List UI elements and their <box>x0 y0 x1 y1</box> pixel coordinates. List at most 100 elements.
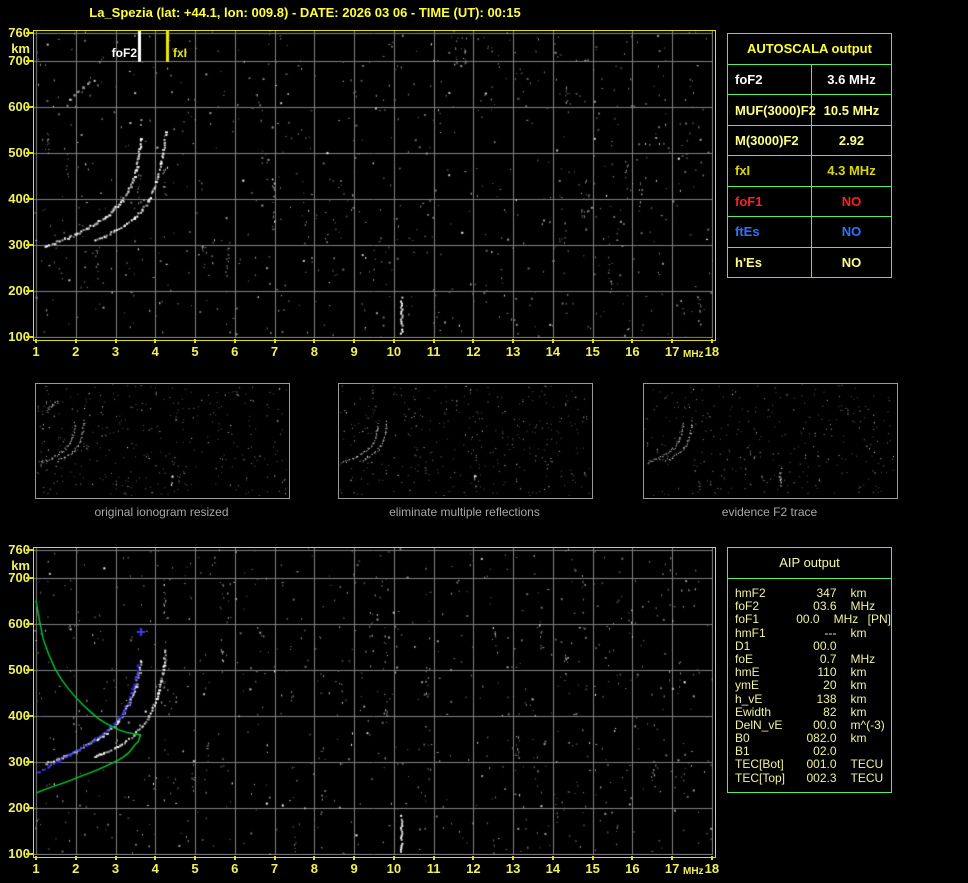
x-axis-tick <box>671 856 674 860</box>
parameter-value: 20 <box>823 678 837 693</box>
parameter-value: 10.5 MHz <box>823 102 880 118</box>
parameter-value: 4.3 MHz <box>827 163 876 179</box>
y-axis-tick <box>26 32 33 34</box>
x-axis-tick <box>233 339 236 343</box>
y-axis-tick <box>26 549 33 551</box>
x-tick-label: 5 <box>191 344 199 359</box>
parameter-name: D1 <box>735 638 751 653</box>
y-axis-tick <box>26 105 33 108</box>
autoscala-row: ftEs NO <box>728 217 891 248</box>
y-axis-tick <box>26 59 33 62</box>
y-axis-tick <box>26 622 33 625</box>
x-tick-label: 14 <box>545 344 561 359</box>
aip-table: AIP output hmF2 347 km foF2 03.6 MHz foF… <box>727 547 892 793</box>
x-tick-label: 11 <box>426 861 441 876</box>
x-tick-label: 2 <box>72 861 80 876</box>
x-tick-label: 10 <box>386 861 402 876</box>
page-title: La_Spezia (lat: +44.1, lon: 009.8) - DAT… <box>89 5 521 20</box>
autoscala-row: h'Es NO <box>728 247 891 277</box>
x-axis-tick <box>671 339 674 343</box>
thumbnail-caption: evidence F2 trace <box>721 505 818 519</box>
x-axis-tick <box>472 339 475 343</box>
x-axis-tick <box>35 856 37 860</box>
parameter-note <box>889 719 891 732</box>
autoscala-row: foF1 NO <box>728 186 891 218</box>
x-tick-label: 8 <box>310 861 318 876</box>
thumbnail-plot <box>644 384 895 496</box>
x-tick-label: 4 <box>151 861 159 876</box>
x-axis-tick <box>591 856 594 860</box>
x-axis-tick <box>114 339 117 343</box>
y-axis-tick <box>26 197 33 200</box>
x-axis-tick <box>512 339 515 343</box>
x-axis-tick <box>591 339 594 343</box>
thumbnail-eliminate-reflections <box>338 383 593 499</box>
y-axis-tick <box>26 151 33 154</box>
parameter-note <box>889 758 891 771</box>
y-axis-tick <box>26 289 33 292</box>
x-axis-tick <box>710 856 713 860</box>
x-axis-tick <box>233 856 236 860</box>
aip-row: foF1 00.0 MHz [PN] <box>735 613 891 626</box>
parameter-name: TEC[Bot] <box>735 757 784 772</box>
x-axis-tick <box>74 856 77 860</box>
parameter-note <box>889 640 891 653</box>
x-axis-unit: MHz <box>683 349 704 360</box>
autoscala-row: fxI 4.3 MHz <box>728 156 891 187</box>
x-axis-tick <box>472 856 475 860</box>
x-axis-tick <box>432 856 435 860</box>
y-axis-tick <box>26 852 33 855</box>
x-axis-tick <box>512 856 515 860</box>
x-axis-tick <box>392 856 395 860</box>
y-axis-tick <box>26 243 33 246</box>
parameter-name: foF1 <box>735 612 760 627</box>
aip-row: Ewidth 82 km <box>735 704 891 719</box>
y-axis-tick <box>26 576 33 579</box>
parameter-name: ymE <box>735 678 759 693</box>
fxi-marker-label: fxI <box>173 46 188 60</box>
x-tick-label: 3 <box>111 861 120 876</box>
parameter-unit: MHz <box>833 612 859 627</box>
parameter-value: --- <box>824 625 837 640</box>
parameter-unit: km <box>850 678 867 693</box>
parameter-note <box>889 693 891 706</box>
parameter-value: 138 <box>816 691 837 706</box>
x-tick-label: 2 <box>72 344 80 359</box>
x-tick-label: 13 <box>505 344 521 359</box>
autoscala-table-title: AUTOSCALA output <box>728 34 891 65</box>
x-axis-tick <box>273 339 276 343</box>
x-tick-label: 12 <box>466 344 481 359</box>
parameter-value: 001.0 <box>806 757 837 772</box>
parameter-value: 00.0 <box>813 638 837 653</box>
x-tick-label: 3 <box>111 344 120 359</box>
thumbnail-original-ionogram <box>35 383 290 499</box>
parameter-note <box>889 732 891 745</box>
x-tick-label: 15 <box>585 861 600 876</box>
y-axis-tick <box>26 806 33 809</box>
x-tick-label: 6 <box>231 344 239 359</box>
x-axis-tick <box>273 856 276 860</box>
aip-table-body: hmF2 347 km foF2 03.6 MHz foF1 00.0 MHz … <box>728 579 891 785</box>
x-tick-label: 1 <box>32 861 40 876</box>
parameter-note <box>889 706 891 719</box>
y-axis-unit: km <box>11 558 30 573</box>
parameter-note <box>889 679 891 692</box>
y-axis-tick <box>26 714 33 717</box>
parameter-unit: km <box>850 704 867 719</box>
x-tick-label: 12 <box>466 861 481 876</box>
parameter-unit <box>837 640 890 653</box>
x-axis-tick <box>194 339 197 343</box>
y-axis-unit: km <box>11 41 30 56</box>
autoscala-row: foF2 3.6 MHz <box>728 65 891 96</box>
x-tick-label: 6 <box>231 861 239 876</box>
thumbnail-caption: original ionogram resized <box>94 505 229 519</box>
x-tick-label: 14 <box>545 861 561 876</box>
parameter-note <box>889 745 891 758</box>
x-axis-tick <box>154 856 157 860</box>
x-tick-label: 4 <box>151 344 159 359</box>
parameter-value: 2.92 <box>838 133 865 149</box>
x-tick-label: 7 <box>270 861 279 876</box>
x-tick-label: 11 <box>426 344 441 359</box>
parameter-name: MUF(3000)F2 <box>728 95 816 125</box>
parameter-name: TEC[Top] <box>735 770 786 785</box>
